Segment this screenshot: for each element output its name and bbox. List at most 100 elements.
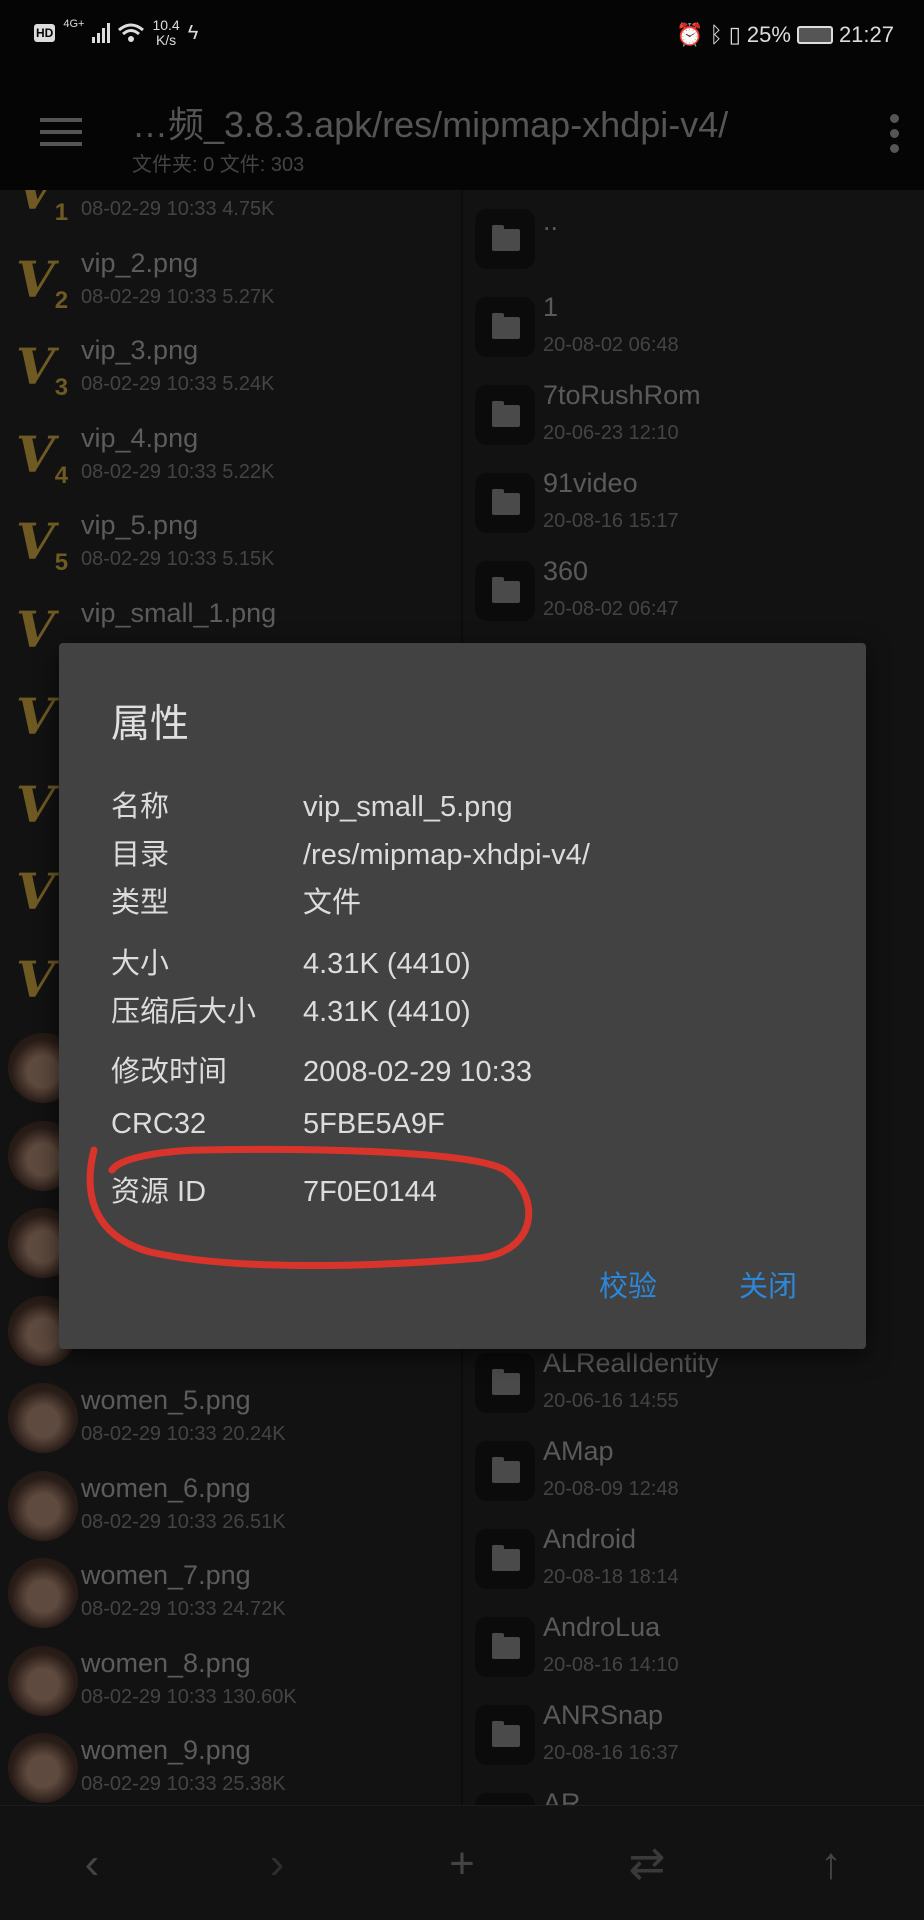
property-row: 资源 ID 7F0E0144 — [111, 1168, 437, 1210]
folder-icon — [475, 1529, 535, 1589]
folder-file-count: 文件夹: 0 文件: 303 — [132, 154, 305, 176]
vip-level: 3 — [54, 374, 69, 401]
avatar-thumbnail — [8, 1733, 78, 1803]
file-list-item[interactable]: V4 vip_4.png 08-02-29 10:33 5.22K — [0, 413, 461, 499]
folder-date: 20-06-16 14:55 — [543, 1390, 679, 1412]
property-value: 4.31K (4410) — [303, 948, 471, 980]
avatar-thumbnail — [8, 1558, 78, 1628]
verify-button[interactable]: 校验 — [599, 1263, 657, 1305]
up-directory-button[interactable]: ↑ — [801, 1834, 861, 1894]
folder-name: 360 — [543, 556, 589, 586]
vip-level: 2 — [54, 286, 69, 314]
file-meta: 08-02-29 10:33 20.24K — [81, 1423, 286, 1445]
folder-list-item[interactable]: 1 20-08-02 06:48 — [465, 284, 924, 370]
property-label: 类型 — [111, 887, 170, 919]
folder-date: 20-08-16 15:17 — [543, 510, 679, 532]
file-meta: 08-02-29 10:33 26.51K — [81, 1510, 286, 1533]
vip-level: 5 — [54, 549, 69, 576]
file-name: vip_small_1.png — [81, 597, 277, 628]
file-name: women_6.png — [81, 1472, 251, 1503]
file-name: women_5.png — [81, 1385, 251, 1415]
charging-bolt-icon: ϟ — [187, 21, 199, 44]
folder-list-item[interactable]: 91video 20-08-16 15:17 — [465, 460, 924, 546]
property-row: CRC32 5FBE5A9F — [111, 1108, 445, 1141]
property-value: 5FBE5A9F — [303, 1108, 445, 1140]
back-button[interactable]: ‹ — [62, 1834, 122, 1894]
dialog-title: 属性 — [111, 703, 190, 746]
vip-badge-thumbnail: V5 — [16, 512, 69, 576]
path-title: …频_3.8.3.apk/res/mipmap-xhdpi-v4/ — [132, 104, 729, 145]
file-list-item[interactable]: V2 vip_2.png 08-02-29 10:33 5.27K — [0, 238, 461, 324]
folder-list-item[interactable]: 7toRushRom 20-06-23 12:10 — [465, 372, 924, 458]
file-meta: 08-02-29 10:33 5.22K — [81, 460, 275, 483]
network-type: 4G+ — [63, 18, 85, 30]
property-row: 压缩后大小 4.31K (4410) — [111, 988, 471, 1030]
file-list-item[interactable]: V3 vip_3.png 08-02-29 10:33 5.24K — [0, 325, 461, 411]
property-value: 2008-02-29 10:33 — [303, 1056, 532, 1088]
file-name: women_8.png — [81, 1647, 251, 1678]
file-list-item[interactable]: V1 08-02-29 10:33 4.75K — [0, 190, 461, 236]
folder-icon — [475, 1441, 535, 1501]
file-list-item[interactable]: women_8.png 08-02-29 10:33 130.60K — [0, 1638, 461, 1724]
folder-name: AR — [543, 1788, 581, 1805]
file-name: vip_3.png — [81, 335, 199, 365]
folder-icon — [475, 561, 535, 621]
folder-list-item[interactable]: AndroLua 20-08-16 14:10 — [465, 1604, 924, 1690]
alarm-icon: ⏰ — [676, 22, 704, 47]
property-value: /res/mipmap-xhdpi-v4/ — [303, 839, 590, 871]
file-name: vip_2.png — [81, 247, 199, 278]
file-list-item[interactable]: women_6.png 08-02-29 10:33 26.51K — [0, 1463, 461, 1549]
more-options-icon[interactable] — [890, 114, 900, 159]
file-list-item[interactable]: women_5.png 08-02-29 10:33 20.24K — [0, 1375, 461, 1461]
add-button[interactable]: + — [432, 1834, 492, 1894]
folder-date: 20-08-16 16:37 — [543, 1742, 679, 1764]
property-value: 文件 — [303, 887, 362, 919]
folder-icon — [475, 473, 535, 533]
folder-icon — [475, 1705, 535, 1765]
property-label: 压缩后大小 — [111, 996, 257, 1028]
clock: 21:27 — [838, 22, 894, 47]
folder-date: 20-08-18 18:14 — [543, 1566, 679, 1588]
battery-percent: 25% — [746, 22, 791, 47]
toolbar: …频_3.8.3.apk/res/mipmap-xhdpi-v4/ 文件夹: 0… — [0, 72, 924, 190]
status-bar: HD 4G+ 10.4 K/s ϟ ⏰ ᛒ ▯ 25% 21:27 — [0, 0, 924, 72]
folder-name: .. — [543, 206, 559, 236]
folder-name: AndroLua — [543, 1612, 661, 1642]
file-list-item[interactable]: women_9.png 08-02-29 10:33 25.38K — [0, 1725, 461, 1805]
folder-name: 91video — [543, 468, 638, 498]
vip-level: 4 — [54, 461, 69, 489]
file-meta: 08-02-29 10:33 5.27K — [81, 285, 275, 308]
vip-badge-thumbnail: V1 — [16, 190, 69, 226]
swap-panes-button[interactable]: ⇄ — [617, 1834, 677, 1894]
property-row: 名称 vip_small_5.png — [111, 783, 513, 825]
forward-button[interactable]: › — [247, 1834, 307, 1894]
folder-date: 20-08-02 06:47 — [543, 598, 679, 620]
folder-list-item[interactable]: ANRSnap 20-08-16 16:37 — [465, 1692, 924, 1778]
folder-name: ANRSnap — [543, 1700, 664, 1730]
battery-icon — [796, 26, 833, 44]
file-meta: 08-02-29 10:33 130.60K — [81, 1685, 297, 1708]
folder-list-item[interactable]: Android 20-08-18 18:14 — [465, 1516, 924, 1602]
property-label: CRC32 — [111, 1108, 207, 1140]
property-row: 类型 文件 — [111, 879, 361, 921]
wifi-icon — [118, 23, 145, 42]
folder-name: 7toRushRom — [543, 380, 701, 410]
folder-list-item[interactable]: AMap 20-08-09 12:48 — [465, 1428, 924, 1514]
close-button[interactable]: 关闭 — [739, 1263, 797, 1305]
folder-icon — [475, 1617, 535, 1677]
property-value: 7F0E0144 — [303, 1176, 437, 1208]
folder-list-item[interactable]: AR — [465, 1780, 924, 1805]
folder-name: ALRealIdentity — [543, 1348, 719, 1378]
folder-icon — [475, 385, 535, 445]
property-value: 4.31K (4410) — [303, 996, 471, 1028]
file-meta: 08-02-29 10:33 4.75K — [81, 198, 275, 220]
file-list-item[interactable]: women_7.png 08-02-29 10:33 24.72K — [0, 1550, 461, 1636]
file-list-item[interactable]: V5 vip_5.png 08-02-29 10:33 5.15K — [0, 500, 461, 586]
folder-list-item[interactable]: 360 20-08-02 06:47 — [465, 548, 924, 634]
avatar-thumbnail — [8, 1383, 78, 1453]
bottom-bar: ‹ › + ⇄ ↑ — [0, 1805, 924, 1920]
folder-list-item[interactable]: ALRealIdentity 20-06-16 14:55 — [465, 1340, 924, 1426]
folder-list-item[interactable]: .. — [465, 196, 924, 282]
vip-badge-thumbnail: V3 — [16, 337, 69, 401]
menu-icon[interactable] — [40, 118, 82, 146]
